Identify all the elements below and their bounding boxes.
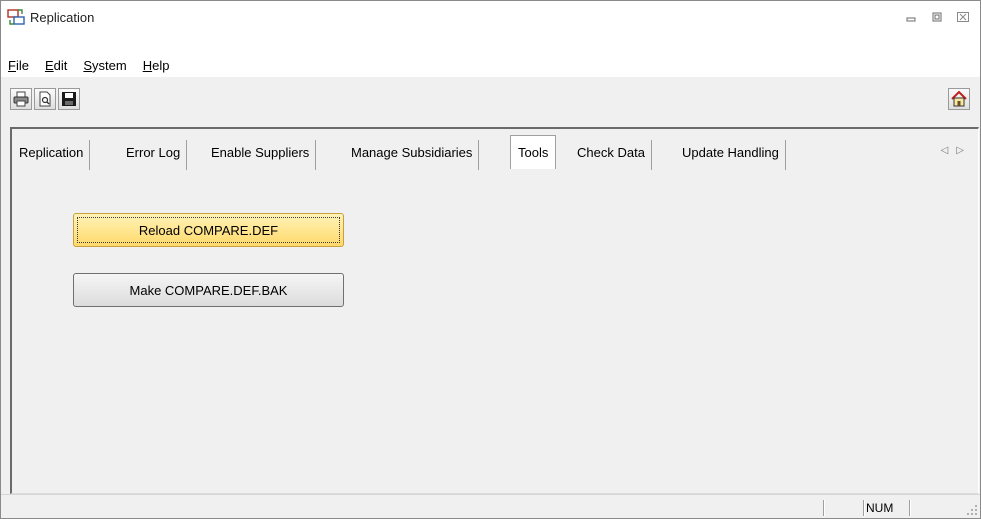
tab-label: Manage Subsidiaries bbox=[351, 144, 473, 160]
menubar-spacer bbox=[1, 33, 980, 53]
tab-error-log[interactable]: Error Log bbox=[119, 136, 188, 170]
home-icon[interactable] bbox=[948, 88, 970, 110]
menu-edit[interactable]: Edit bbox=[37, 58, 75, 73]
tab-update-handling[interactable]: Update Handling bbox=[675, 136, 786, 170]
menu-help-mnemonic: H bbox=[142, 57, 153, 73]
window-controls bbox=[898, 7, 976, 27]
menu-system[interactable]: System bbox=[75, 58, 134, 73]
menu-edit-rest: dit bbox=[53, 57, 68, 73]
menu-bar: File Edit System Help bbox=[1, 53, 980, 77]
num-lock-indicator: NUM bbox=[866, 501, 894, 515]
save-icon[interactable] bbox=[58, 88, 80, 110]
reload-compare-def-button[interactable]: Reload COMPARE.DEF bbox=[73, 213, 344, 247]
tab-scroll-arrows: ◁▷ bbox=[941, 145, 972, 156]
replication-window: Replication File Edit System Help Replic… bbox=[0, 0, 981, 519]
print-preview-icon[interactable] bbox=[34, 88, 56, 110]
menu-system-mnemonic: S bbox=[83, 57, 93, 73]
status-bar: NUM bbox=[1, 494, 980, 518]
tab-manage-subsidiaries[interactable]: Manage Subsidiaries bbox=[344, 136, 480, 170]
menu-help-rest: elp bbox=[152, 57, 170, 73]
tab-scroll-right-icon[interactable]: ▷ bbox=[956, 145, 972, 156]
reload-compare-def-label: Reload COMPARE.DEF bbox=[138, 222, 279, 238]
tab-strip: Replication Error Log Enable Suppliers M… bbox=[12, 129, 978, 177]
menu-file[interactable]: File bbox=[1, 58, 37, 73]
tab-label: Check Data bbox=[577, 144, 645, 160]
tab-label: Tools bbox=[518, 145, 549, 160]
title-bar[interactable]: Replication bbox=[1, 1, 980, 33]
close-icon[interactable] bbox=[950, 7, 976, 27]
menu-file-mnemonic: F bbox=[8, 57, 16, 73]
replication-icon bbox=[6, 7, 26, 27]
make-compare-def-bak-button[interactable]: Make COMPARE.DEF.BAK bbox=[73, 273, 344, 307]
tab-label: Enable Suppliers bbox=[211, 144, 310, 160]
menu-file-rest: ile bbox=[15, 57, 29, 73]
menu-help[interactable]: Help bbox=[135, 58, 178, 73]
tab-check-data[interactable]: Check Data bbox=[570, 136, 652, 170]
print-icon[interactable] bbox=[10, 88, 32, 110]
status-separator bbox=[823, 500, 825, 516]
make-compare-def-bak-label: Make COMPARE.DEF.BAK bbox=[129, 282, 288, 298]
window-title: Replication bbox=[30, 9, 95, 25]
status-separator bbox=[909, 500, 911, 516]
menu-edit-mnemonic: E bbox=[44, 57, 54, 73]
resize-grip-icon[interactable] bbox=[966, 504, 978, 516]
minimize-icon[interactable] bbox=[898, 7, 924, 27]
maximize-icon[interactable] bbox=[924, 7, 950, 27]
tab-replication[interactable]: Replication bbox=[12, 136, 91, 170]
toolbar bbox=[1, 77, 980, 127]
tab-label: Error Log bbox=[126, 144, 181, 160]
menu-system-rest: ystem bbox=[92, 57, 127, 73]
main-panel: Replication Error Log Enable Suppliers M… bbox=[10, 127, 979, 494]
tab-tools[interactable]: Tools bbox=[510, 135, 557, 169]
status-separator bbox=[863, 500, 865, 516]
tab-label: Update Handling bbox=[682, 144, 779, 160]
tab-enable-suppliers[interactable]: Enable Suppliers bbox=[204, 136, 317, 170]
tab-scroll-left-icon[interactable]: ◁ bbox=[941, 145, 957, 156]
tab-label: Replication bbox=[19, 144, 84, 160]
